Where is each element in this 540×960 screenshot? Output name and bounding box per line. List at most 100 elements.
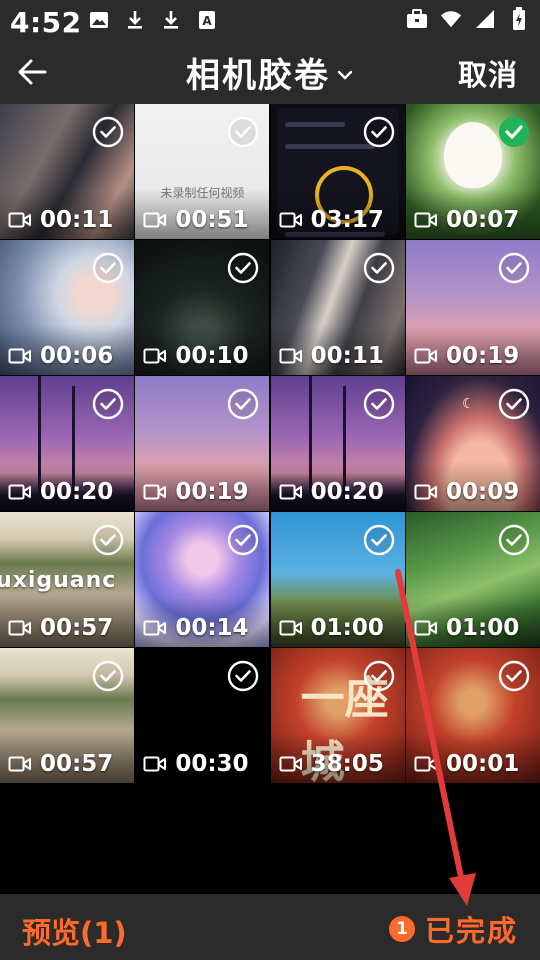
video-camera-icon: [279, 483, 303, 501]
check-circle-icon[interactable]: [92, 660, 124, 692]
video-camera-icon: [414, 347, 438, 365]
video-camera-icon: [279, 755, 303, 773]
video-duration: 00:19: [175, 479, 249, 505]
video-tile[interactable]: 00:20: [0, 376, 134, 511]
check-circle-icon[interactable]: [92, 116, 124, 148]
video-duration: 00:57: [40, 751, 114, 777]
check-circle-icon[interactable]: [363, 660, 395, 692]
video-tile[interactable]: 00:19: [135, 376, 270, 511]
check-circle-icon[interactable]: [363, 524, 395, 556]
signal-icon: [474, 8, 496, 30]
check-circle-icon[interactable]: [363, 116, 395, 148]
video-duration: 00:30: [175, 751, 249, 777]
video-camera-icon: [414, 755, 438, 773]
preview-button[interactable]: 预览(1): [22, 910, 127, 952]
top-app-bar: 相机胶卷 取消: [0, 42, 540, 104]
check-circle-icon[interactable]: [498, 660, 530, 692]
check-circle-icon[interactable]: [227, 388, 259, 420]
video-tile[interactable]: 00:11: [0, 104, 134, 239]
video-duration: 00:14: [175, 615, 249, 641]
check-circle-icon[interactable]: [363, 252, 395, 284]
chevron-down-icon: [336, 66, 354, 84]
check-circle-icon[interactable]: [92, 388, 124, 420]
video-duration: 00:20: [310, 479, 384, 505]
check-circle-icon[interactable]: [227, 524, 259, 556]
video-camera-icon: [143, 755, 167, 773]
done-button[interactable]: 1 已完成: [388, 908, 518, 950]
check-circle-selected-icon[interactable]: [498, 116, 530, 148]
video-camera-icon: [143, 211, 167, 229]
page-title: 相机胶卷: [186, 56, 330, 96]
briefcase-icon: [406, 8, 428, 30]
video-duration: 00:07: [445, 207, 520, 233]
video-camera-icon: [414, 619, 438, 637]
video-duration: 00:20: [40, 479, 114, 505]
wifi-icon: [440, 8, 462, 30]
video-duration: 00:01: [445, 751, 520, 777]
video-tile[interactable]: 00:19: [405, 240, 540, 375]
video-camera-icon: [143, 483, 167, 501]
check-circle-icon[interactable]: [92, 524, 124, 556]
video-camera-icon: [143, 347, 167, 365]
video-camera-icon: [279, 211, 303, 229]
video-camera-icon: [143, 619, 167, 637]
video-tile[interactable]: 00:10: [135, 240, 270, 375]
video-tile[interactable]: 00:11: [270, 240, 405, 375]
video-duration: 01:00: [445, 615, 520, 641]
download-icon: [160, 9, 182, 31]
video-tile[interactable]: 03:17: [270, 104, 405, 239]
video-duration: 03:17: [310, 207, 384, 233]
download-icon: [124, 9, 146, 31]
check-circle-icon[interactable]: [498, 252, 530, 284]
video-tile[interactable]: 00:01: [405, 648, 540, 783]
video-duration: 00:57: [40, 615, 114, 641]
status-time: 4:52: [10, 6, 82, 39]
video-camera-icon: [8, 347, 32, 365]
check-circle-icon[interactable]: [227, 116, 259, 148]
video-camera-icon: [8, 755, 32, 773]
video-duration: 38:05: [310, 751, 384, 777]
done-label: 已完成: [424, 914, 518, 948]
video-tile[interactable]: uxiguanc 00:57: [0, 512, 134, 647]
video-tile[interactable]: 00:20: [270, 376, 405, 511]
video-tile[interactable]: 一座城38:05: [270, 648, 405, 783]
video-camera-icon: [8, 619, 32, 637]
text-a-icon: A: [196, 9, 218, 31]
video-camera-icon: [8, 211, 32, 229]
bottom-action-bar: 预览(1) 1 已完成: [0, 894, 540, 960]
cancel-button[interactable]: 取消: [458, 52, 518, 94]
video-camera-icon: [279, 347, 303, 365]
check-circle-icon[interactable]: [92, 252, 124, 284]
video-tile[interactable]: 00:07: [405, 104, 540, 239]
gallery-icon: [88, 9, 110, 31]
video-tile[interactable]: 01:00: [270, 512, 405, 647]
video-grid: 00:11 未录制任何视频00:51 03:17 00:07 00:06 00:10 00:…: [0, 104, 540, 783]
video-tile[interactable]: 00:06: [0, 240, 134, 375]
video-camera-icon: [279, 619, 303, 637]
video-duration: 00:51: [175, 207, 249, 233]
status-bar: 4:52 A: [0, 0, 540, 42]
svg-text:A: A: [202, 14, 212, 28]
selected-count-badge: 1: [388, 916, 415, 942]
video-camera-icon: [414, 211, 438, 229]
tile-caption: uxiguanc: [0, 568, 117, 593]
check-circle-icon[interactable]: [363, 388, 395, 420]
video-duration: 01:00: [310, 615, 384, 641]
check-circle-icon[interactable]: [227, 660, 259, 692]
video-tile[interactable]: 00:14: [135, 512, 270, 647]
video-duration: 00:10: [175, 343, 249, 369]
video-tile[interactable]: 01:00: [405, 512, 540, 647]
check-circle-icon[interactable]: [498, 524, 530, 556]
video-tile[interactable]: 未录制任何视频00:51: [135, 104, 270, 239]
video-camera-icon: [8, 483, 32, 501]
check-circle-icon[interactable]: [227, 252, 259, 284]
check-circle-icon[interactable]: [498, 388, 530, 420]
video-tile[interactable]: 00:57: [0, 648, 134, 783]
video-duration: 00:06: [40, 343, 114, 369]
video-duration: 00:09: [445, 479, 520, 505]
video-tile[interactable]: 00:30: [135, 648, 270, 783]
video-duration: 00:11: [40, 207, 114, 233]
video-tile[interactable]: ☾ 00:09: [405, 376, 540, 511]
video-duration: 00:11: [310, 343, 384, 369]
video-camera-icon: [414, 483, 438, 501]
